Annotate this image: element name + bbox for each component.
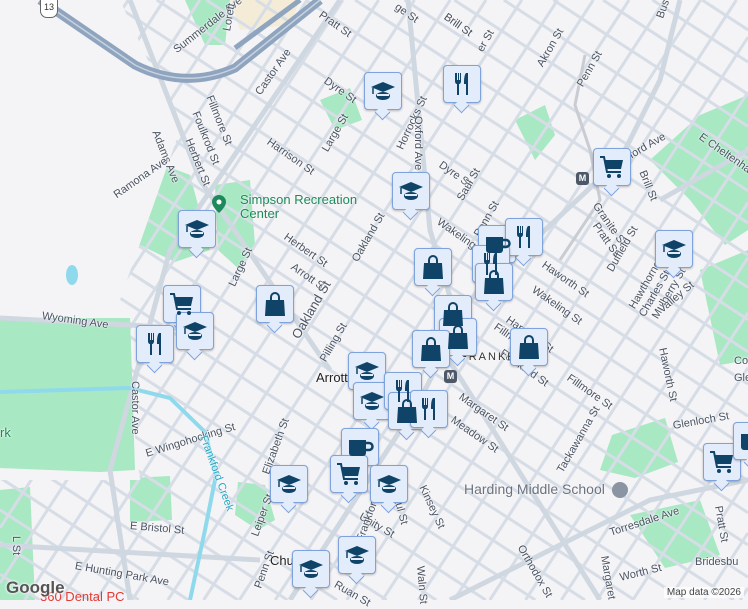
restaurant-marker[interactable] [136,325,174,363]
fork-knife-icon [510,223,538,251]
grocery-marker[interactable] [593,148,631,186]
shopping-marker[interactable] [412,330,450,368]
graduation-cap-icon [353,357,381,385]
shopping-cart-icon [598,153,626,181]
school-marker[interactable] [338,536,376,574]
harding-middle-school[interactable]: Harding Middle School [464,481,628,499]
graduation-cap-icon [397,177,425,205]
restaurant-marker[interactable] [505,218,543,256]
route-13-shield: 13 [40,0,58,18]
shopping-bag-icon [419,253,447,281]
school-marker[interactable] [270,465,308,503]
graduation-cap-icon [181,317,209,345]
restaurant-marker[interactable] [410,390,448,428]
school-marker[interactable] [176,312,214,350]
shopping-marker[interactable] [475,263,513,301]
shopping-bag-icon [417,335,445,363]
school-marker[interactable] [348,352,386,390]
street-label: Oxford Ave [412,116,424,171]
shopping-bag-icon [480,268,508,296]
shopping-marker[interactable] [510,328,548,366]
map-attribution[interactable]: Map data ©2026 [663,587,744,598]
street-label: rk [0,425,11,440]
simpson-recreation-center[interactable]: Simpson Recreation Center [212,192,360,221]
shopping-cart-icon [708,448,736,476]
fork-knife-icon [448,70,476,98]
shopping-cart-icon [168,290,196,318]
coffee-cup-icon [346,433,374,461]
school-marker[interactable] [392,172,430,210]
shopping-marker[interactable] [256,285,294,323]
shopping-marker[interactable] [414,248,452,286]
grocery-marker[interactable] [703,443,741,481]
street-label: Arrott [316,370,348,385]
school-marker[interactable] [178,210,216,248]
coffee-cup-icon [738,427,748,455]
graduation-cap-icon [358,387,386,415]
street-label: Bridesbu [695,556,739,568]
graduation-cap-icon [297,555,325,583]
school-marker[interactable] [370,465,408,503]
poi-label: Simpson Recreation Center [240,192,358,221]
graduation-cap-icon [375,470,403,498]
pond [66,265,78,285]
graduation-cap-icon [343,541,371,569]
school-marker[interactable] [292,550,330,588]
google-logo: Google [6,578,65,597]
school-marker[interactable] [655,230,693,268]
graduation-cap-icon [183,215,211,243]
restaurant-marker[interactable] [443,65,481,103]
graduation-cap-icon [275,470,303,498]
metro-station-icon[interactable]: M [444,370,457,383]
school-pin-icon [611,482,628,499]
street-label: Castor Ave [129,381,141,435]
fork-knife-icon [141,330,169,358]
shopping-bag-icon [515,333,543,361]
metro-station-icon[interactable]: M [576,172,589,185]
grocery-marker[interactable] [330,455,368,493]
shopping-bag-icon [261,290,289,318]
shopping-cart-icon [335,460,363,488]
street-label: Col [734,355,748,367]
fork-knife-icon [415,395,443,423]
street-label: L St [10,536,22,556]
poi-label: Harding Middle School [464,481,605,497]
school-marker[interactable] [353,382,391,420]
shopping-bag-icon [444,323,472,351]
school-marker[interactable] [364,72,402,110]
street-label: Gle [734,372,748,384]
graduation-cap-icon [369,77,397,105]
graduation-cap-icon [660,235,688,263]
